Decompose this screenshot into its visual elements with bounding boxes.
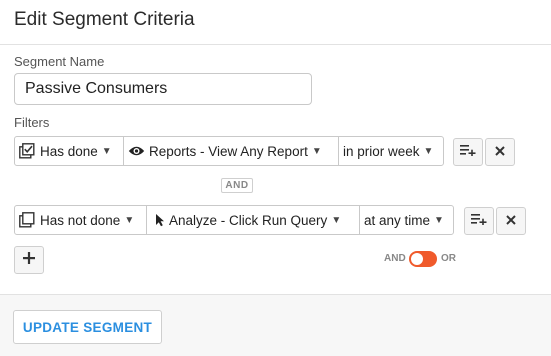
chevron-down-icon: ▼ [423, 145, 434, 157]
segment-name-input[interactable] [14, 73, 312, 105]
condition-select-1[interactable]: Has done ▼ [15, 137, 123, 165]
and-joiner-badge: AND [221, 178, 253, 193]
filters-label: Filters [14, 115, 50, 130]
close-icon [495, 143, 505, 161]
close-icon [506, 212, 516, 230]
timeframe-label-1: in prior week [343, 143, 420, 159]
eye-icon [128, 145, 145, 157]
event-select-2[interactable]: Analyze - Click Run Query ▼ [146, 206, 359, 234]
add-list-icon [460, 143, 476, 161]
segment-name-label: Segment Name [14, 54, 105, 69]
timeframe-select-2[interactable]: at any time ▼ [359, 206, 453, 234]
remove-filter-button-2[interactable] [496, 207, 526, 235]
condition-label-1: Has done [40, 143, 98, 159]
chevron-down-icon: ▼ [331, 214, 342, 226]
header-divider [0, 44, 551, 45]
add-list-icon [471, 212, 487, 230]
timeframe-select-1[interactable]: in prior week ▼ [338, 137, 443, 165]
unchecked-box-icon [19, 212, 36, 228]
event-label-1: Reports - View Any Report [149, 143, 308, 159]
toggle-and-label: AND [384, 253, 406, 264]
remove-filter-button-1[interactable] [485, 138, 515, 166]
add-property-button-1[interactable] [453, 138, 483, 166]
condition-label-2: Has not done [40, 212, 121, 228]
add-filter-button[interactable] [14, 246, 44, 274]
chevron-down-icon: ▼ [311, 145, 322, 157]
add-property-button-2[interactable] [464, 207, 494, 235]
event-select-1[interactable]: Reports - View Any Report ▼ [123, 137, 338, 165]
filter-row-2: Has not done ▼ Analyze - Click Run Query… [14, 205, 454, 235]
toggle-knob [411, 253, 423, 265]
chevron-down-icon: ▼ [124, 214, 135, 226]
timeframe-label-2: at any time [364, 212, 431, 228]
dialog-title: Edit Segment Criteria [14, 9, 195, 30]
condition-select-2[interactable]: Has not done ▼ [15, 206, 146, 234]
checked-box-icon [19, 143, 36, 159]
update-segment-button[interactable]: UPDATE SEGMENT [13, 310, 162, 344]
and-or-toggle[interactable] [409, 251, 437, 267]
chevron-down-icon: ▼ [434, 214, 444, 226]
cursor-icon [155, 213, 165, 227]
chevron-down-icon: ▼ [101, 145, 112, 157]
plus-icon [23, 251, 35, 269]
toggle-or-label: OR [441, 253, 456, 264]
event-label-2: Analyze - Click Run Query [169, 212, 328, 228]
filter-row-1: Has done ▼ Reports - View Any Report ▼ i… [14, 136, 444, 166]
